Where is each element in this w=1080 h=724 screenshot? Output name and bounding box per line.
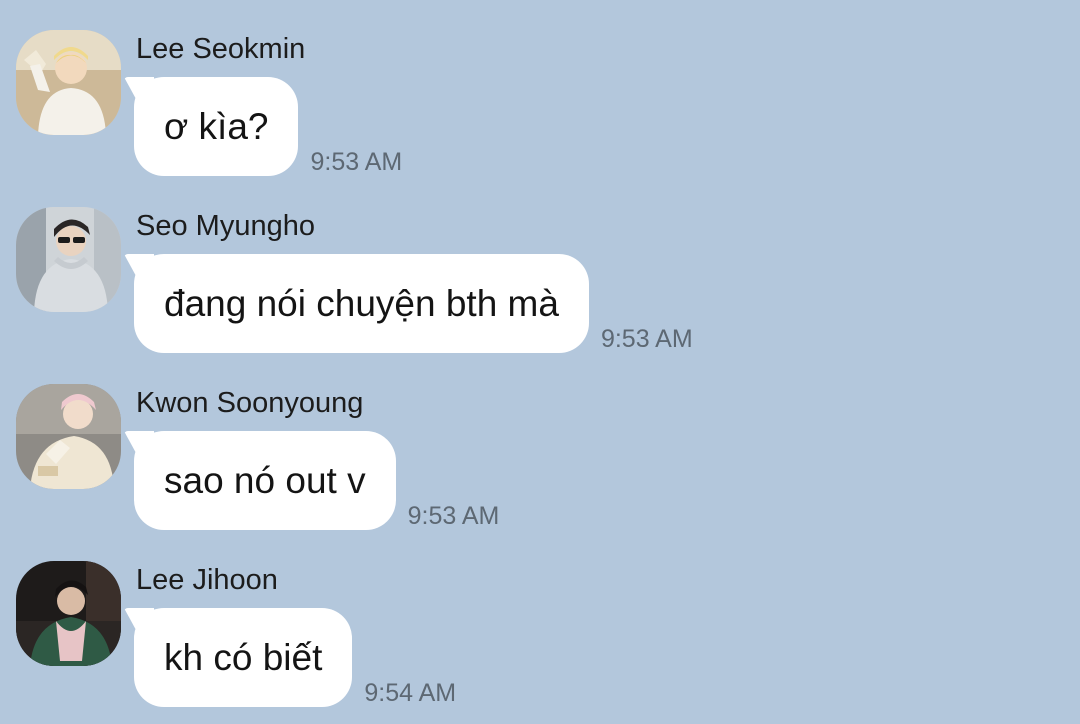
chat-message: Seo Myungho đang nói chuyện bth mà 9:53 …: [0, 177, 1080, 354]
avatar[interactable]: [16, 30, 121, 135]
message-bubble[interactable]: ơ kìa?: [134, 77, 299, 176]
avatar[interactable]: [16, 561, 121, 666]
avatar[interactable]: [16, 384, 121, 489]
message-timestamp: 9:53 AM: [407, 502, 500, 530]
message-row: ơ kìa? 9:53 AM: [134, 77, 402, 176]
message-row: đang nói chuyện bth mà 9:53 AM: [134, 254, 693, 353]
sender-name: Kwon Soonyoung: [136, 387, 364, 419]
message-row: sao nó out v 9:53 AM: [134, 431, 499, 530]
chat-message: Lee Jihoon kh có biết 9:54 AM: [0, 531, 1080, 708]
sender-name: Lee Jihoon: [136, 564, 278, 596]
message-timestamp: 9:53 AM: [310, 148, 403, 176]
message-bubble[interactable]: sao nó out v: [134, 431, 396, 530]
chat-message: Kwon Soonyoung sao nó out v 9:53 AM: [0, 354, 1080, 531]
sender-name: Lee Seokmin: [136, 33, 306, 65]
message-bubble[interactable]: kh có biết: [134, 608, 353, 707]
chat-message: Lee Seokmin ơ kìa? 9:53 AM: [0, 0, 1080, 177]
sender-name: Seo Myungho: [136, 210, 315, 242]
message-row: kh có biết 9:54 AM: [134, 608, 456, 707]
message-timestamp: 9:54 AM: [364, 679, 457, 707]
message-bubble[interactable]: đang nói chuyện bth mà: [134, 254, 589, 353]
message-timestamp: 9:53 AM: [600, 325, 693, 353]
chat-message-list[interactable]: Lee Seokmin ơ kìa? 9:53 AM Seo Myungho đ…: [0, 0, 1080, 724]
avatar[interactable]: [16, 207, 121, 312]
